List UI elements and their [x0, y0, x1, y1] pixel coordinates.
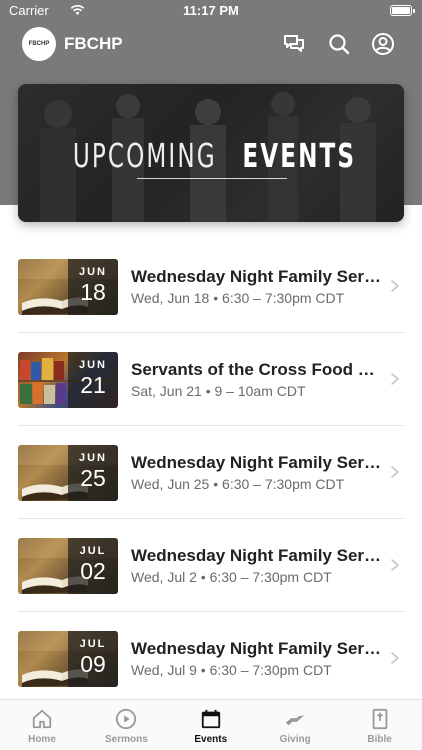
- event-day: 25: [80, 465, 106, 491]
- event-row[interactable]: JUN 21 Servants of the Cross Food Mi... Sat…: [18, 333, 404, 426]
- chevron-right-icon: [390, 651, 400, 665]
- banner-title-light: UPCOMING: [72, 136, 217, 175]
- tab-label: Events: [194, 734, 228, 745]
- status-bar: Carrier 11:17 PM: [0, 0, 422, 22]
- event-day: 02: [80, 558, 106, 584]
- event-title: Wednesday Night Family Servi...: [131, 546, 386, 565]
- tab-events[interactable]: Events: [169, 700, 253, 750]
- event-thumbnail: JUN 21: [18, 352, 118, 408]
- upcoming-events-banner: UPCOMING EVENTS: [18, 84, 404, 222]
- event-time: Wed, Jun 18 • 6:30 – 7:30pm CDT: [131, 290, 345, 306]
- event-list: JUN 18 Wednesday Night Family Servi... Wed,…: [0, 240, 422, 705]
- event-date-badge: JUN 21: [68, 352, 118, 408]
- giving-hand-icon: [253, 708, 337, 730]
- app-bar: FBCHP FBCHP: [0, 24, 422, 64]
- tab-sermons[interactable]: Sermons: [84, 700, 168, 750]
- search-icon[interactable]: [327, 32, 351, 56]
- event-month: JUL: [79, 638, 107, 650]
- app-title: FBCHP: [64, 34, 123, 53]
- banner-underline: [137, 178, 287, 179]
- event-date-badge: JUL 02: [68, 538, 118, 594]
- church-logo[interactable]: FBCHP: [22, 27, 56, 61]
- event-time: Sat, Jun 21 • 9 – 10am CDT: [131, 383, 306, 399]
- tab-label: Home: [28, 734, 56, 745]
- event-month: JUN: [78, 266, 107, 278]
- chat-icon[interactable]: [282, 32, 306, 56]
- status-time: 11:17 PM: [183, 3, 239, 18]
- event-row[interactable]: JUN 18 Wednesday Night Family Servi... Wed,…: [18, 240, 404, 333]
- play-circle-icon: [84, 708, 168, 730]
- chevron-right-icon: [390, 372, 400, 386]
- event-month: JUN: [78, 359, 107, 371]
- event-thumbnail: JUN 18: [18, 259, 118, 315]
- event-day: 21: [80, 372, 106, 398]
- event-title: Wednesday Night Family Servi...: [131, 453, 386, 472]
- event-day: 18: [80, 279, 106, 305]
- event-date-badge: JUN 18: [68, 259, 118, 315]
- event-title: Wednesday Night Family Servi...: [131, 639, 386, 658]
- tab-home[interactable]: Home: [0, 700, 84, 750]
- event-thumbnail: JUL 09: [18, 631, 118, 687]
- chevron-right-icon: [390, 279, 400, 293]
- banner-title: UPCOMING EVENTS: [18, 136, 404, 175]
- event-month: JUN: [78, 452, 107, 464]
- chevron-right-icon: [390, 558, 400, 572]
- tab-label: Bible: [367, 734, 392, 745]
- event-thumbnail: JUN 25: [18, 445, 118, 501]
- event-row[interactable]: JUL 02 Wednesday Night Family Servi... Wed,…: [18, 519, 404, 612]
- event-time: Wed, Jul 2 • 6:30 – 7:30pm CDT: [131, 569, 332, 585]
- chevron-right-icon: [390, 465, 400, 479]
- event-date-badge: JUL 09: [68, 631, 118, 687]
- event-title: Wednesday Night Family Servi...: [131, 267, 386, 286]
- event-row[interactable]: JUN 25 Wednesday Night Family Servi... Wed,…: [18, 426, 404, 519]
- tab-bar: Home Sermons Events Giving Bible: [0, 699, 422, 750]
- event-month: JUL: [79, 545, 107, 557]
- battery-icon: [390, 5, 415, 16]
- home-icon: [0, 708, 84, 730]
- event-time: Wed, Jun 25 • 6:30 – 7:30pm CDT: [131, 476, 345, 492]
- event-row[interactable]: JUL 09 Wednesday Night Family Servi... Wed,…: [18, 612, 404, 705]
- tab-label: Sermons: [104, 734, 148, 745]
- bible-icon: [338, 708, 422, 730]
- tab-label: Giving: [279, 734, 311, 745]
- event-title: Servants of the Cross Food Mi...: [131, 360, 386, 379]
- tab-giving[interactable]: Giving: [253, 700, 337, 750]
- event-date-badge: JUN 25: [68, 445, 118, 501]
- event-time: Wed, Jul 9 • 6:30 – 7:30pm CDT: [131, 662, 332, 678]
- banner-title-bold: EVENTS: [241, 136, 356, 175]
- account-icon[interactable]: [371, 32, 395, 56]
- event-thumbnail: JUL 02: [18, 538, 118, 594]
- tab-bible[interactable]: Bible: [338, 700, 422, 750]
- calendar-icon: [169, 708, 253, 730]
- event-day: 09: [80, 651, 106, 677]
